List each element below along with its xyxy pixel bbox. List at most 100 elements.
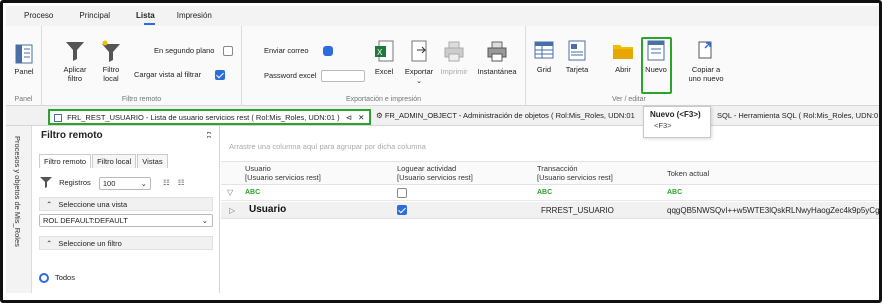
excel-label: Excel <box>374 67 394 76</box>
col-token[interactable]: Token actual <box>667 169 709 178</box>
tab-filtro-remoto[interactable]: Filtro remoto <box>39 154 92 168</box>
close-icon[interactable]: ✕ <box>358 113 364 122</box>
cell-loguear-checkbox[interactable] <box>397 205 407 215</box>
data-grid: Arrastre una columna aquí para agrupar p… <box>221 126 882 293</box>
col-loguear-title: Loguear actividad <box>397 164 457 173</box>
doc-tab-third-label: SQL - Herramienta SQL ( Rol:Mis_Roles, U… <box>717 111 879 120</box>
group-by-hint[interactable]: Arrastre una columna aquí para agrupar p… <box>229 142 426 151</box>
doc-tab-second-label: FR_ADMIN_OBJECT - Administración de obje… <box>384 111 635 120</box>
imprimir-button[interactable]: Imprimir <box>440 40 468 76</box>
cell-token: qqgQB5NWSQvI++w5WTE3lQskRLNwyHaogZec4k9p… <box>667 206 882 215</box>
filtro-section-header[interactable]: ⌃ Seleccione un filtro <box>39 236 213 250</box>
tab-vistas[interactable]: Vistas <box>137 154 168 168</box>
chevron-up-icon: ⌃ <box>46 200 53 209</box>
col-usuario-title: Usuario <box>245 164 271 173</box>
snapshot-printer-icon <box>487 41 507 62</box>
panel-button[interactable]: Panel <box>10 44 38 76</box>
list-icon <box>54 114 62 123</box>
menu-tab-impresion[interactable]: Impresión <box>171 6 212 26</box>
excel-button[interactable]: X Excel <box>372 40 396 76</box>
filter-panel-header: Filtro remoto ʭ <box>33 126 219 146</box>
registros-select[interactable]: 100 ⌄ <box>98 176 151 190</box>
exportar-label: Exportar <box>404 67 434 76</box>
doc-tab-sql[interactable]: SQL - Herramienta SQL ( Rol:Mis_Roles, U… <box>717 109 878 125</box>
chevron-down-icon: ⌄ <box>140 178 147 188</box>
enviar-correo-toggle[interactable] <box>322 46 333 57</box>
document-tab-bar: FRL_REST_USUARIO - Lista de usuario serv… <box>6 106 879 126</box>
col-loguear[interactable]: Loguear actividad [Usuario servicios rest… <box>397 164 473 182</box>
exportar-button[interactable]: Exportar ⌄ <box>402 40 436 86</box>
segundo-plano-row: En segundo plano <box>154 46 244 57</box>
cargar-vista-checkbox[interactable] <box>215 70 226 81</box>
filtro-local-label-2: local <box>103 74 119 83</box>
col-usuario-sub: [Usuario servicios rest] <box>245 173 321 182</box>
tarjeta-button[interactable]: Tarjeta <box>562 40 592 74</box>
menu-tab-lista[interactable]: Lista <box>126 6 155 26</box>
abc-filter-icon[interactable]: ABC <box>245 189 260 196</box>
loguear-filter-checkbox[interactable] <box>397 188 407 198</box>
funnel-small-icon[interactable] <box>39 176 53 190</box>
copy-new-icon <box>698 41 712 59</box>
vista-section-header[interactable]: ⌃ Seleccione una vista <box>39 197 213 211</box>
registros-value: 100 <box>102 178 116 188</box>
abc-filter-icon[interactable]: ABC <box>667 189 682 196</box>
panel-icon <box>15 44 33 64</box>
ribbon-group-label-filtro: Filtro remoto <box>121 96 162 103</box>
todos-radio[interactable] <box>39 273 49 284</box>
registros-label: Registros <box>59 177 91 187</box>
doc-tab-fr-admin-object[interactable]: ⚙ FR_ADMIN_OBJECT - Administración de ob… <box>376 109 635 125</box>
pin-panel-icon[interactable]: ʭ <box>207 126 211 146</box>
segundo-plano-checkbox[interactable] <box>222 46 233 57</box>
grid-filter-row: ▽ ABC ABC ABC <box>221 185 879 201</box>
ribbon-group-filtro: Aplicar filtro Filtro local En segundo p… <box>42 26 242 106</box>
grid-icon <box>534 41 554 59</box>
filter-tabs: Filtro remoto Filtro local Vistas <box>39 154 169 168</box>
tooltip-shortcut: <F3> <box>654 121 672 130</box>
ribbon-group-export: Enviar correo Password excel X Excel Exp… <box>242 26 526 106</box>
password-excel-row: Password excel <box>264 70 374 82</box>
pin-icon[interactable]: ⊲ <box>346 113 352 122</box>
export-icon <box>411 40 427 62</box>
col-usuario[interactable]: Usuario [Usuario servicios rest] <box>245 164 321 182</box>
app-window: Proceso Principal Lista Impresión Panel … <box>0 0 882 303</box>
menu-tab-principal[interactable]: Principal <box>69 6 110 26</box>
printer-icon <box>444 41 464 62</box>
ribbon-group-panel: Panel Panel <box>6 26 42 106</box>
aplicar-filtro-button[interactable]: Aplicar filtro <box>62 40 88 83</box>
row-expand-icon[interactable]: ▷ <box>229 206 235 215</box>
password-excel-input[interactable] <box>320 70 365 82</box>
col-loguear-sub: [Usuario servicios rest] <box>397 173 473 182</box>
ribbon-group-label-ver: Ver / editar <box>612 96 646 103</box>
ribbon-group-label-panel: Panel <box>14 96 33 103</box>
abc-filter-icon[interactable]: ABC <box>537 189 552 196</box>
table-row[interactable]: ▷ Usuario FRREST_USUARIO qqgQB5NWSQvI++w… <box>221 202 882 219</box>
filter-row-funnel-icon: ▽ <box>227 188 234 197</box>
vista-select[interactable]: ROL DEFAULT:DEFAULT ⌄ <box>39 214 213 227</box>
filter-panel-title: Filtro remoto <box>41 130 103 141</box>
funnel-local-icon <box>102 40 120 62</box>
menu-tab-proceso[interactable]: Proceso <box>6 6 53 26</box>
col-transaccion[interactable]: Transacción [Usuario servicios rest] <box>537 164 613 182</box>
copiar-label-2: uno nuevo <box>688 74 724 83</box>
instantanea-button[interactable]: Instantánea <box>474 40 520 76</box>
doc-tab-frl-rest-usuario[interactable]: FRL_REST_USUARIO - Lista de usuario serv… <box>48 109 371 125</box>
folder-icon <box>613 45 633 59</box>
expand-all-icon[interactable]: ☷ <box>178 178 185 187</box>
cargar-vista-row: Cargar vista al filtrar <box>134 70 244 81</box>
ribbon-group-label-export: Exportación e impresión <box>345 96 422 103</box>
aplicar-label-2: filtro <box>67 74 83 83</box>
cell-transaccion: FRREST_USUARIO <box>541 206 614 215</box>
copiar-label-1: Copiar a <box>691 65 721 74</box>
filtro-local-button[interactable]: Filtro local <box>100 40 122 83</box>
grid-header: Usuario [Usuario servicios rest] Loguear … <box>221 161 879 185</box>
copiar-nuevo-button[interactable]: Copiar a uno nuevo <box>686 40 726 83</box>
filtro-local-label-1: Filtro <box>102 65 120 74</box>
col-token-title: Token actual <box>667 169 710 178</box>
nuevo-tooltip: Nuevo (<F3>) <F3> <box>643 106 711 138</box>
tab-filtro-local[interactable]: Filtro local <box>92 154 137 168</box>
collapse-all-icon[interactable]: ☷ <box>163 178 170 187</box>
abrir-button[interactable]: Abrir <box>612 40 634 74</box>
side-procesos-panel[interactable]: Procesos y objetos de Mis_Roles <box>6 126 32 293</box>
todos-radio-row[interactable]: Todos <box>39 273 213 284</box>
grid-button[interactable]: Grid <box>532 40 556 74</box>
